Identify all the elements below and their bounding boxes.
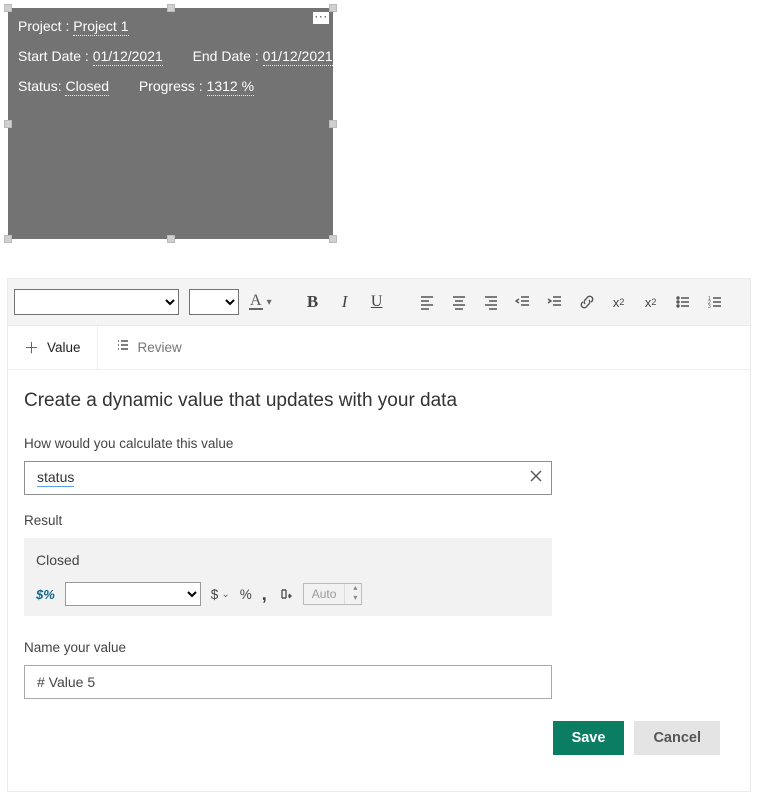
end-date-value[interactable]: 01/12/2021 (263, 48, 333, 66)
card-options-button[interactable]: ··· (313, 12, 329, 24)
underline-button[interactable]: U (368, 293, 386, 311)
visual-preview-frame[interactable]: ··· Project : Project 1 Start Date : 01/… (6, 6, 335, 241)
numbered-list-button[interactable]: 123 (706, 293, 724, 311)
tab-value-label: Value (47, 340, 81, 355)
svg-text:3: 3 (708, 304, 711, 310)
formula-label: How would you calculate this value (24, 436, 734, 451)
smart-narrative-card: ··· Project : Project 1 Start Date : 01/… (8, 8, 333, 239)
bold-button[interactable]: B (304, 293, 322, 311)
percent-button[interactable]: % (240, 587, 252, 602)
result-label: Result (24, 513, 734, 528)
dates-line: Start Date : 01/12/2021 End Date : 01/12… (18, 48, 323, 64)
decimal-places-value: Auto (304, 587, 345, 601)
currency-button[interactable]: $⌄ (211, 587, 230, 602)
italic-button[interactable]: I (336, 293, 354, 311)
start-date-label: Start Date : (18, 48, 93, 64)
pane-heading: Create a dynamic value that updates with… (24, 390, 734, 412)
start-date-value[interactable]: 01/12/2021 (93, 48, 163, 66)
superscript-button[interactable]: x2 (610, 293, 628, 311)
plus-icon: ＋ (24, 337, 39, 358)
save-button[interactable]: Save (553, 721, 625, 755)
chevron-down-icon: ⌄ (221, 589, 229, 600)
result-value: Closed (36, 548, 540, 582)
format-prefix-icon: $% (36, 587, 55, 602)
result-box: Closed $% $⌄ % , Auto ▴ ▾ (24, 538, 552, 616)
decimal-places-stepper[interactable]: Auto ▴ ▾ (303, 583, 363, 605)
project-line: Project : Project 1 (18, 18, 323, 34)
list-icon (114, 338, 130, 358)
status-value[interactable]: Closed (65, 78, 109, 96)
progress-label: Progress : (139, 78, 207, 94)
value-editor-panel: A ▾ B I U x2 x2 123 ＋ Value (7, 278, 751, 792)
thousands-button[interactable]: , (262, 584, 267, 605)
tab-review-label: Review (138, 340, 182, 355)
project-value[interactable]: Project 1 (73, 18, 128, 36)
font-family-select[interactable] (14, 289, 179, 315)
end-date-label: End Date : (193, 48, 263, 64)
status-line: Status: Closed Progress : 1312 % (18, 78, 323, 94)
format-select[interactable] (65, 582, 201, 606)
tab-value[interactable]: ＋ Value (8, 326, 98, 369)
editor-tabs: ＋ Value Review (8, 326, 750, 370)
formatting-toolbar: A ▾ B I U x2 x2 123 (8, 279, 750, 326)
name-label: Name your value (24, 640, 734, 655)
align-center-button[interactable] (450, 293, 468, 311)
font-size-select[interactable] (189, 289, 239, 315)
cancel-button[interactable]: Cancel (634, 721, 720, 755)
format-row: $% $⌄ % , Auto ▴ ▾ (36, 582, 540, 606)
align-left-button[interactable] (418, 293, 436, 311)
status-label: Status: (18, 78, 65, 94)
link-button[interactable] (578, 293, 596, 311)
project-label: Project : (18, 18, 73, 34)
subscript-button[interactable]: x2 (642, 293, 660, 311)
tab-review[interactable]: Review (98, 326, 198, 369)
value-pane: Create a dynamic value that updates with… (8, 370, 750, 791)
font-color-icon: A (249, 294, 263, 310)
font-color-button[interactable]: A ▾ (249, 294, 272, 310)
chevron-down-icon: ▾ (267, 297, 272, 308)
formula-field[interactable]: status (24, 461, 552, 495)
bullet-list-button[interactable] (674, 293, 692, 311)
align-right-button[interactable] (482, 293, 500, 311)
decimal-button[interactable] (277, 586, 293, 602)
value-name-input[interactable] (24, 665, 552, 699)
dialog-footer: Save Cancel (24, 717, 734, 769)
progress-value[interactable]: 1312 % (207, 78, 254, 96)
outdent-button[interactable] (514, 293, 532, 311)
clear-button[interactable] (528, 468, 544, 488)
indent-button[interactable] (546, 293, 564, 311)
